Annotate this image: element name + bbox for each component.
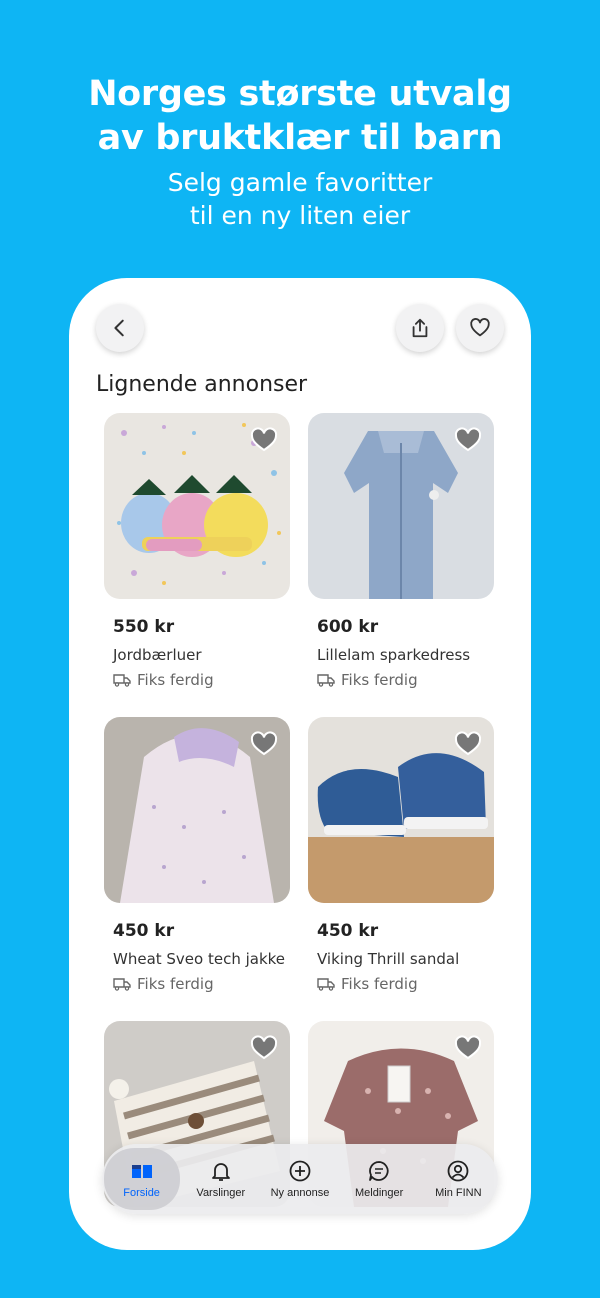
heart-icon[interactable] — [454, 1035, 482, 1061]
chat-icon — [369, 1161, 389, 1181]
heart-icon — [470, 318, 490, 337]
tab-notifications[interactable]: Varslinger — [183, 1159, 259, 1199]
tab-messages[interactable]: Meldinger — [341, 1159, 417, 1199]
listing-title: Lillelam sparkedress — [317, 646, 471, 664]
back-icon — [114, 319, 124, 337]
bottom-tab-bar: Forside Varslinger Ny annonse Meldinger … — [102, 1144, 498, 1214]
shipping-label: Fiks ferdig — [113, 975, 214, 993]
headline-line-1: Norges største utvalg — [88, 74, 512, 114]
listing-title: Viking Thrill sandal — [317, 950, 460, 968]
listing-card[interactable]: 550 kr Jordbærluer Fiks ferdig — [104, 413, 290, 689]
listing-image[interactable] — [104, 717, 290, 903]
heart-icon[interactable] — [250, 1035, 278, 1061]
section-title: Lignende annonser — [96, 372, 308, 397]
listing-card[interactable]: 600 kr Lillelam sparkedress Fiks ferdig — [308, 413, 494, 689]
shipping-text: Fiks ferdig — [137, 975, 214, 993]
listing-price: 550 kr — [113, 617, 175, 637]
shipping-label: Fiks ferdig — [113, 671, 214, 689]
shipping-label: Fiks ferdig — [317, 975, 418, 993]
listing-price: 600 kr — [317, 617, 379, 637]
shipping-icon — [113, 674, 131, 687]
listing-image[interactable] — [104, 413, 290, 599]
shipping-label: Fiks ferdig — [317, 671, 418, 689]
listing-card[interactable]: 450 kr Viking Thrill sandal Fiks ferdig — [308, 717, 494, 993]
heart-icon[interactable] — [250, 427, 278, 453]
tab-notifications-label: Varslinger — [196, 1187, 246, 1199]
heart-icon[interactable] — [454, 731, 482, 757]
home-icon — [131, 1165, 152, 1178]
tab-home[interactable]: Forside — [103, 1148, 180, 1210]
promo-subline: Selg gamle favoritter til en ny liten ei… — [0, 166, 600, 232]
shipping-text: Fiks ferdig — [341, 671, 418, 689]
subline-line-2: til en ny liten eier — [189, 201, 411, 230]
tab-new-ad[interactable]: Ny annonse — [262, 1159, 338, 1199]
back-button[interactable] — [96, 304, 144, 352]
tab-messages-label: Meldinger — [355, 1187, 404, 1199]
shipping-icon — [317, 674, 335, 687]
share-icon — [412, 318, 428, 338]
share-button[interactable] — [396, 304, 444, 352]
tab-home-label: Forside — [123, 1187, 160, 1199]
plus-circle-icon — [289, 1160, 311, 1182]
tab-new-ad-label: Ny annonse — [270, 1187, 330, 1199]
listing-price: 450 kr — [317, 921, 379, 941]
listing-card[interactable]: 450 kr Wheat Sveo tech jakke Fiks ferdig — [104, 717, 290, 993]
listing-price: 450 kr — [113, 921, 175, 941]
heart-icon[interactable] — [250, 731, 278, 757]
listing-image[interactable] — [308, 717, 494, 903]
promo-headline: Norges største utvalg av bruktklær til b… — [0, 72, 600, 160]
tab-profile-label: Min FINN — [435, 1187, 482, 1199]
bell-icon — [211, 1163, 230, 1181]
heart-icon[interactable] — [454, 427, 482, 453]
shipping-icon — [317, 978, 335, 991]
subline-line-1: Selg gamle favoritter — [167, 168, 433, 197]
shipping-text: Fiks ferdig — [341, 975, 418, 993]
shipping-icon — [113, 978, 131, 991]
phone-screen: Lignende annonser 550 kr Jordbærluer Fik… — [69, 278, 531, 1250]
profile-icon — [447, 1160, 469, 1182]
tab-profile[interactable]: Min FINN — [420, 1159, 496, 1199]
listing-image[interactable] — [308, 413, 494, 599]
favorite-button[interactable] — [456, 304, 504, 352]
headline-line-2: av bruktklær til barn — [97, 118, 503, 158]
listing-title: Wheat Sveo tech jakke — [113, 950, 286, 968]
listing-title: Jordbærluer — [113, 646, 202, 664]
shipping-text: Fiks ferdig — [137, 671, 214, 689]
